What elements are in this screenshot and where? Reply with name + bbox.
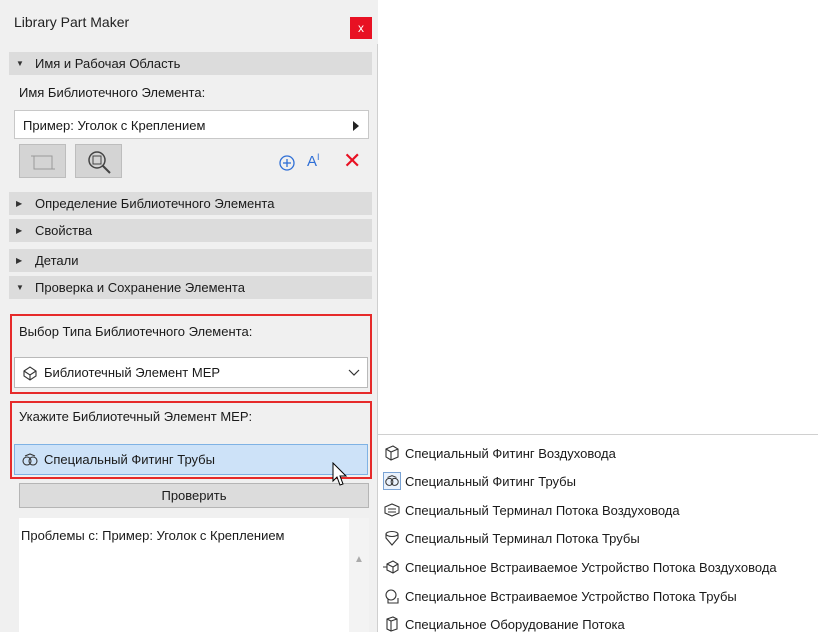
- library-part-name-field[interactable]: Пример: Уголок с Креплением: [14, 110, 369, 139]
- menu-item-duct-inline[interactable]: Специальное Встраиваемое Устройство Пото…: [378, 554, 818, 582]
- menu-item-duct-fitting[interactable]: Специальный Фитинг Воздуховода: [378, 440, 818, 468]
- pipe-fitting-icon: [22, 453, 38, 466]
- section-label: Свойства: [35, 223, 93, 238]
- expand-triangle-icon: ▶: [16, 256, 23, 265]
- chevron-down-icon: [348, 369, 360, 376]
- menu-item-flow-equipment[interactable]: Специальное Оборудование Потока: [378, 611, 818, 632]
- text-size-icon[interactable]: AI: [307, 152, 320, 170]
- collapse-triangle-icon: ▼: [16, 283, 24, 292]
- problems-scrollbar[interactable]: ▲: [349, 518, 369, 632]
- menu-item-pipe-fitting[interactable]: Специальный Фитинг Трубы: [378, 468, 818, 496]
- name-field-label: Имя Библиотечного Элемента:: [19, 85, 206, 100]
- problems-list: Проблемы с: Пример: Уголок с Креплением: [19, 518, 349, 632]
- collapse-triangle-icon: ▼: [16, 59, 24, 68]
- mep-element-dropdown[interactable]: Специальный Фитинг Трубы: [14, 444, 368, 475]
- section-name-and-workspace[interactable]: ▼ Имя и Рабочая Область: [9, 52, 372, 75]
- menu-item-label: Специальный Терминал Потока Трубы: [405, 531, 640, 546]
- menu-item-label: Специальный Фитинг Трубы: [405, 474, 576, 489]
- menu-item-pipe-inline[interactable]: Специальное Встраиваемое Устройство Пото…: [378, 583, 818, 611]
- duct-inline-device-icon: [383, 560, 399, 574]
- mep-part-icon: [23, 366, 37, 381]
- close-button[interactable]: x: [350, 17, 372, 39]
- scroll-up-icon[interactable]: ▲: [354, 554, 364, 565]
- pipe-inline-device-icon: [385, 589, 399, 604]
- section-details[interactable]: ▶ Детали: [9, 249, 372, 272]
- name-field-value: Пример: Уголок с Креплением: [23, 118, 206, 133]
- mep-select-label: Укажите Библиотечный Элемент MEP:: [19, 409, 253, 424]
- magnifier-icon: [88, 151, 111, 174]
- section-definition[interactable]: ▶ Определение Библиотечного Элемента: [9, 192, 372, 215]
- type-select-label: Выбор Типа Библиотечного Элемента:: [19, 324, 253, 339]
- mep-select-value: Специальный Фитинг Трубы: [44, 452, 215, 467]
- type-select-value: Библиотечный Элемент MEP: [44, 365, 221, 380]
- section-check-and-save[interactable]: ▼ Проверка и Сохранение Элемента: [9, 276, 372, 299]
- library-part-maker-panel: Library Part Maker x ▼ Имя и Рабочая Обл…: [0, 0, 378, 632]
- menu-item-label: Специальное Оборудование Потока: [405, 617, 625, 632]
- delete-x-icon[interactable]: ✕: [343, 148, 361, 174]
- duct-terminal-icon: [384, 503, 400, 517]
- expand-triangle-icon: ▶: [16, 199, 23, 208]
- check-button[interactable]: Проверить: [19, 483, 369, 508]
- menu-item-duct-terminal[interactable]: Специальный Терминал Потока Воздуховода: [378, 497, 818, 525]
- duct-fitting-icon: [385, 445, 399, 461]
- section-label: Имя и Рабочая Область: [35, 56, 181, 71]
- menu-item-label: Специальное Встраиваемое Устройство Пото…: [405, 589, 737, 604]
- menu-item-label: Специальный Терминал Потока Воздуховода: [405, 503, 680, 518]
- plus-circle-icon[interactable]: [277, 153, 297, 173]
- zoom-capture-button[interactable]: [75, 144, 122, 178]
- mep-element-menu: Специальный Фитинг Воздуховода Специальн…: [378, 434, 818, 632]
- section-label: Определение Библиотечного Элемента: [35, 196, 275, 211]
- menu-item-label: Специальный Фитинг Воздуховода: [405, 446, 616, 461]
- menu-item-label: Специальное Встраиваемое Устройство Пото…: [405, 560, 777, 575]
- section-properties[interactable]: ▶ Свойства: [9, 219, 372, 242]
- crop-frame-icon: [31, 155, 55, 170]
- chevron-right-icon: [353, 121, 359, 131]
- problems-text: Проблемы с: Пример: Уголок с Креплением: [21, 528, 285, 543]
- section-label: Проверка и Сохранение Элемента: [35, 280, 245, 295]
- expand-triangle-icon: ▶: [16, 226, 23, 235]
- flow-equipment-icon: [386, 616, 398, 632]
- section-label: Детали: [35, 253, 79, 268]
- pipe-terminal-icon: [385, 530, 399, 546]
- menu-item-pipe-terminal[interactable]: Специальный Терминал Потока Трубы: [378, 525, 818, 553]
- select-area-button[interactable]: [19, 144, 66, 178]
- title-bar: Library Part Maker x: [0, 0, 378, 44]
- mouse-cursor-icon: [332, 462, 348, 486]
- pipe-fitting-icon: [383, 472, 401, 490]
- library-part-type-dropdown[interactable]: Библиотечный Элемент MEP: [14, 357, 368, 388]
- window-title: Library Part Maker: [14, 14, 130, 30]
